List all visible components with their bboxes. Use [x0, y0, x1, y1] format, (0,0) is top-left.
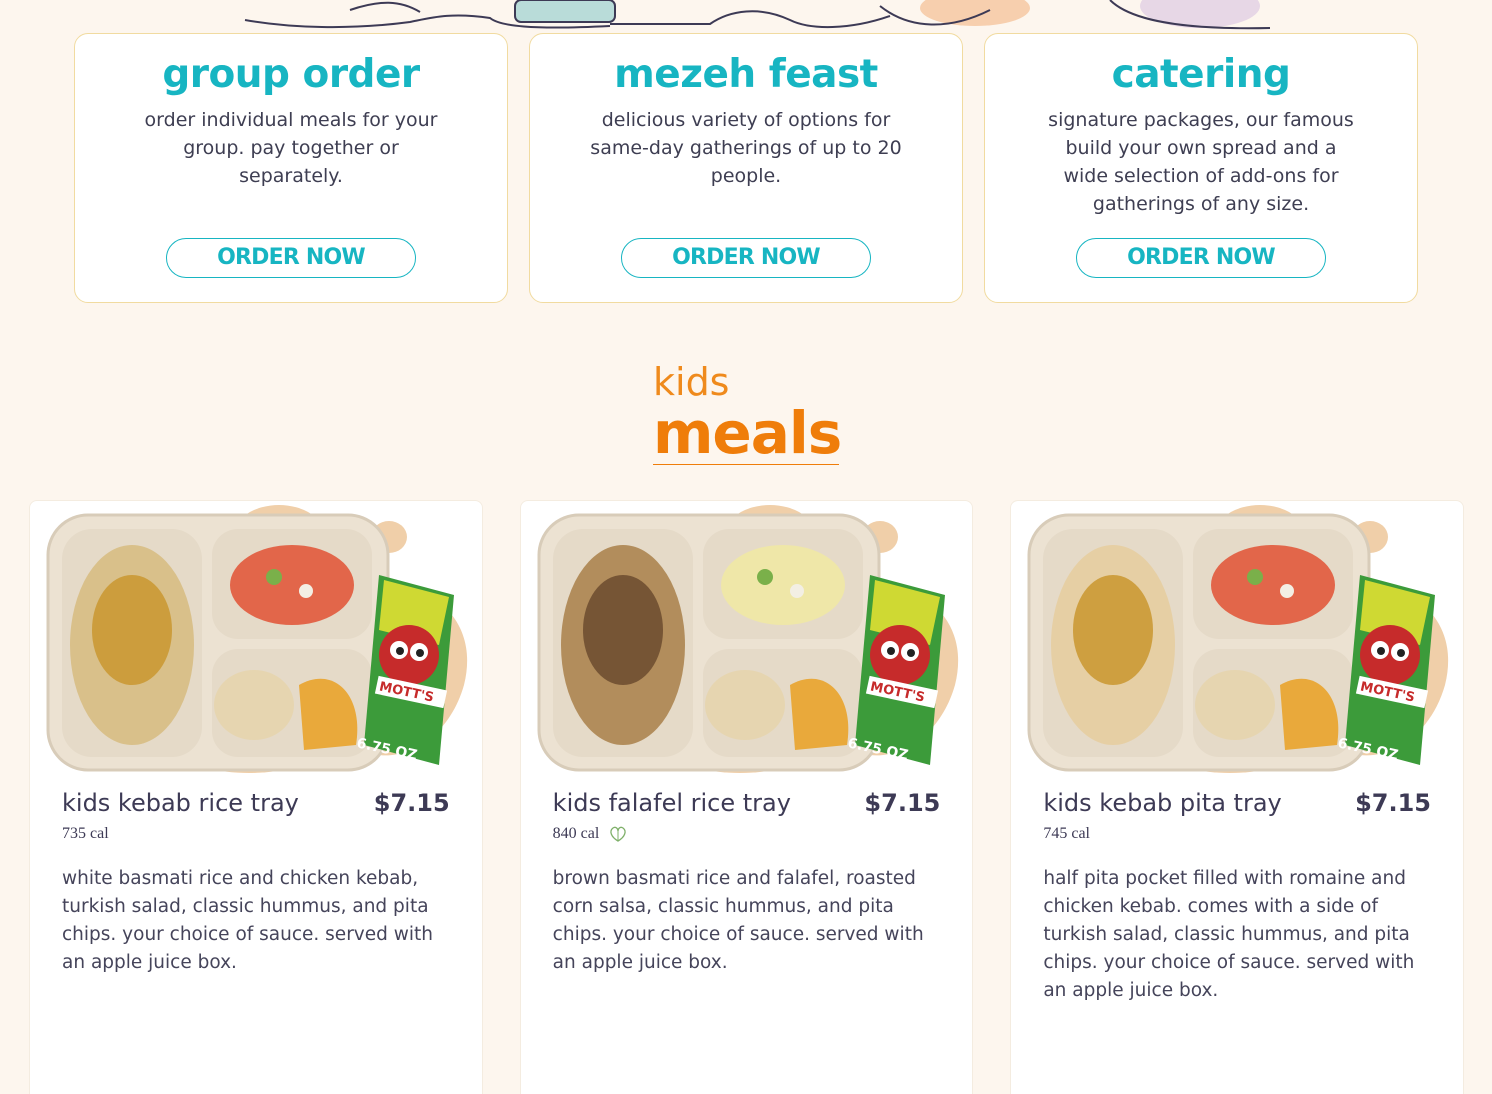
order-option-title: mezeh feast [614, 52, 878, 97]
order-options: group order order individual meals for yo… [74, 33, 1418, 303]
meal-calories: 840 cal [553, 825, 630, 843]
meal-description: half pita pocket filled with romaine and… [1043, 868, 1415, 1001]
order-now-button[interactable]: ORDER NOW [166, 238, 416, 278]
meal-calories: 735 cal [62, 825, 109, 843]
meal-image: MOTT'S 6.75 OZ [535, 505, 965, 775]
section-heading-small: kids [653, 360, 730, 404]
calories-text: 840 cal [552, 825, 600, 842]
kids-meals-list: MOTT'S 6.75 OZ kids kebab rice tray $7.15… [29, 500, 1465, 1094]
meal-name: kids kebab pita tray [1043, 789, 1282, 817]
order-option-title: group order [162, 52, 420, 97]
order-option-title: catering [1111, 52, 1291, 97]
meal-description: white basmati rice and chicken kebab, tu… [62, 868, 434, 973]
calories-text: 745 cal [1043, 825, 1090, 842]
order-option-description: delicious variety of options for same-da… [590, 109, 902, 187]
meal-card[interactable]: MOTT'S 6.75 OZ kids falafel rice tray $7.… [519, 500, 974, 1094]
order-option-description: order individual meals for your group. p… [144, 109, 438, 187]
order-option-card: group order order individual meals for yo… [74, 33, 508, 303]
vegetarian-icon [610, 826, 626, 842]
calories-text: 735 cal [62, 825, 109, 842]
order-now-button[interactable]: ORDER NOW [1076, 238, 1326, 278]
decorative-line-art [244, 0, 1271, 30]
meal-name: kids falafel rice tray [552, 789, 791, 817]
meal-image: MOTT'S 6.75 OZ [1025, 505, 1455, 775]
meal-price: $7.15 [864, 789, 941, 817]
meal-image: MOTT'S 6.75 OZ [44, 505, 474, 775]
meal-calories: 745 cal [1043, 825, 1090, 843]
meal-description: brown basmati rice and falafel, roasted … [552, 868, 924, 973]
order-option-card: mezeh feast delicious variety of options … [529, 33, 963, 303]
meal-card[interactable]: MOTT'S 6.75 OZ kids kebab pita tray $7.15… [1010, 500, 1465, 1094]
meal-name: kids kebab rice tray [62, 789, 299, 817]
meal-price: $7.15 [373, 789, 450, 817]
order-option-description: signature packages, our famous build you… [1048, 109, 1354, 215]
section-heading-kids-meals: kids meals [653, 360, 842, 467]
order-option-card: catering signature packages, our famous b… [984, 33, 1418, 303]
meal-price: $7.15 [1355, 789, 1432, 817]
meal-card[interactable]: MOTT'S 6.75 OZ kids kebab rice tray $7.15… [29, 500, 483, 1094]
section-heading-big: meals [653, 399, 842, 467]
order-now-button[interactable]: ORDER NOW [621, 238, 871, 278]
